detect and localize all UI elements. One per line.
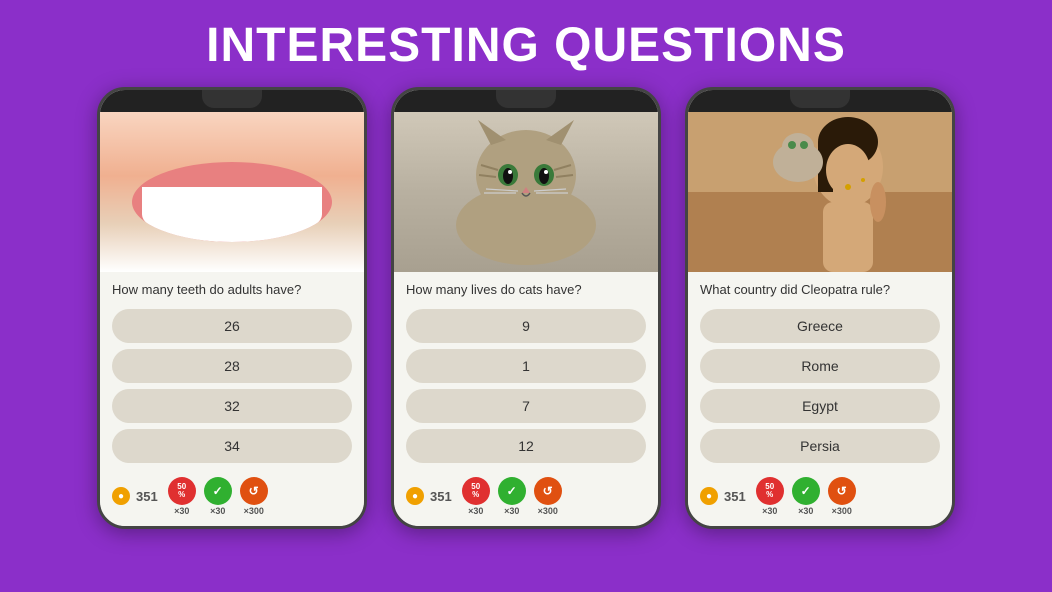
badge-icon-red-3[interactable]: 50% xyxy=(756,477,784,505)
phone-2-answer-3[interactable]: 12 xyxy=(406,429,646,463)
lips xyxy=(132,162,332,242)
phone-1-question: How many teeth do adults have? xyxy=(112,282,352,299)
phone-1-answer-3[interactable]: 34 xyxy=(112,429,352,463)
woman-image xyxy=(688,112,952,272)
phone-2-footer: ● 351 50% ×30 ✓ ×30 ↺ ×300 xyxy=(394,471,658,526)
badge-refresh-1: ↺ ×300 xyxy=(240,477,268,516)
phone-1-answer-1[interactable]: 28 xyxy=(112,349,352,383)
smile-image xyxy=(100,112,364,272)
badge-label-red-2: ×30 xyxy=(468,506,483,516)
badge-50-2: 50% ×30 xyxy=(462,477,490,516)
badge-icon-green-2[interactable]: ✓ xyxy=(498,477,526,505)
phone-2-answer-1[interactable]: 1 xyxy=(406,349,646,383)
coin-count-3: 351 xyxy=(724,489,746,504)
phone-3-answer-0[interactable]: Greece xyxy=(700,309,940,343)
badge-icon-green-1[interactable]: ✓ xyxy=(204,477,232,505)
phone-3-topbar xyxy=(688,90,952,112)
badge-check-2: ✓ ×30 xyxy=(498,477,526,516)
coin-icon-1: ● xyxy=(112,487,130,505)
phone-2-answer-0[interactable]: 9 xyxy=(406,309,646,343)
phones-container: How many teeth do adults have? 26 28 32 … xyxy=(97,87,955,529)
phone-3-question: What country did Cleopatra rule? xyxy=(700,282,940,299)
badge-icon-red-2[interactable]: 50% xyxy=(462,477,490,505)
phone-3-answer-1[interactable]: Rome xyxy=(700,349,940,383)
phone-1-answer-2[interactable]: 32 xyxy=(112,389,352,423)
phone-3-answer-2[interactable]: Egypt xyxy=(700,389,940,423)
badge-refresh-2: ↺ ×300 xyxy=(534,477,562,516)
badge-label-orange-2: ×300 xyxy=(538,506,558,516)
phone-1: How many teeth do adults have? 26 28 32 … xyxy=(97,87,367,529)
page-title: INTERESTING QUESTIONS xyxy=(206,18,846,73)
footer-badges-1: 50% ×30 ✓ ×30 ↺ ×300 xyxy=(168,477,268,516)
phone-1-topbar xyxy=(100,90,364,112)
coin-icon-2: ● xyxy=(406,487,424,505)
badge-refresh-3: ↺ ×300 xyxy=(828,477,856,516)
phone-2-image xyxy=(394,112,658,272)
footer-badges-2: 50% ×30 ✓ ×30 ↺ ×300 xyxy=(462,477,562,516)
phone-3-image xyxy=(688,112,952,272)
phone-1-answer-0[interactable]: 26 xyxy=(112,309,352,343)
phone-3-answer-3[interactable]: Persia xyxy=(700,429,940,463)
phone-1-content: How many teeth do adults have? 26 28 32 … xyxy=(100,272,364,471)
phone-2-question: How many lives do cats have? xyxy=(406,282,646,299)
badge-label-red-1: ×30 xyxy=(174,506,189,516)
coin-count-1: 351 xyxy=(136,489,158,504)
footer-badges-3: 50% ×30 ✓ ×30 ↺ ×300 xyxy=(756,477,856,516)
badge-label-green-3: ×30 xyxy=(798,506,813,516)
phone-2-answers: 9 1 7 12 xyxy=(406,309,646,463)
coin-icon-3: ● xyxy=(700,487,718,505)
phone-2: How many lives do cats have? 9 1 7 12 ● … xyxy=(391,87,661,529)
badge-check-1: ✓ ×30 xyxy=(204,477,232,516)
phone-1-footer: ● 351 50% ×30 ✓ ×30 ↺ ×300 xyxy=(100,471,364,526)
badge-icon-orange-3[interactable]: ↺ xyxy=(828,477,856,505)
cat-svg xyxy=(426,115,626,270)
badge-50-1: 50% ×30 xyxy=(168,477,196,516)
cat-image xyxy=(394,112,658,272)
phone-1-answers: 26 28 32 34 xyxy=(112,309,352,463)
phone-3-answers: Greece Rome Egypt Persia xyxy=(700,309,940,463)
badge-icon-orange-1[interactable]: ↺ xyxy=(240,477,268,505)
phone-2-topbar xyxy=(394,90,658,112)
phone-3-footer: ● 351 50% ×30 ✓ ×30 ↺ ×300 xyxy=(688,471,952,526)
badge-icon-green-3[interactable]: ✓ xyxy=(792,477,820,505)
phone-3-content: What country did Cleopatra rule? Greece … xyxy=(688,272,952,471)
badge-label-green-1: ×30 xyxy=(210,506,225,516)
badge-label-red-3: ×30 xyxy=(762,506,777,516)
badge-check-3: ✓ ×30 xyxy=(792,477,820,516)
badge-label-orange-3: ×300 xyxy=(832,506,852,516)
woman-svg xyxy=(688,112,952,272)
phone-2-content: How many lives do cats have? 9 1 7 12 xyxy=(394,272,658,471)
phone-3: What country did Cleopatra rule? Greece … xyxy=(685,87,955,529)
badge-label-green-2: ×30 xyxy=(504,506,519,516)
phone-1-image xyxy=(100,112,364,272)
badge-label-orange-1: ×300 xyxy=(244,506,264,516)
badge-icon-red-1[interactable]: 50% xyxy=(168,477,196,505)
badge-50-3: 50% ×30 xyxy=(756,477,784,516)
coin-count-2: 351 xyxy=(430,489,452,504)
badge-icon-orange-2[interactable]: ↺ xyxy=(534,477,562,505)
phone-2-answer-2[interactable]: 7 xyxy=(406,389,646,423)
